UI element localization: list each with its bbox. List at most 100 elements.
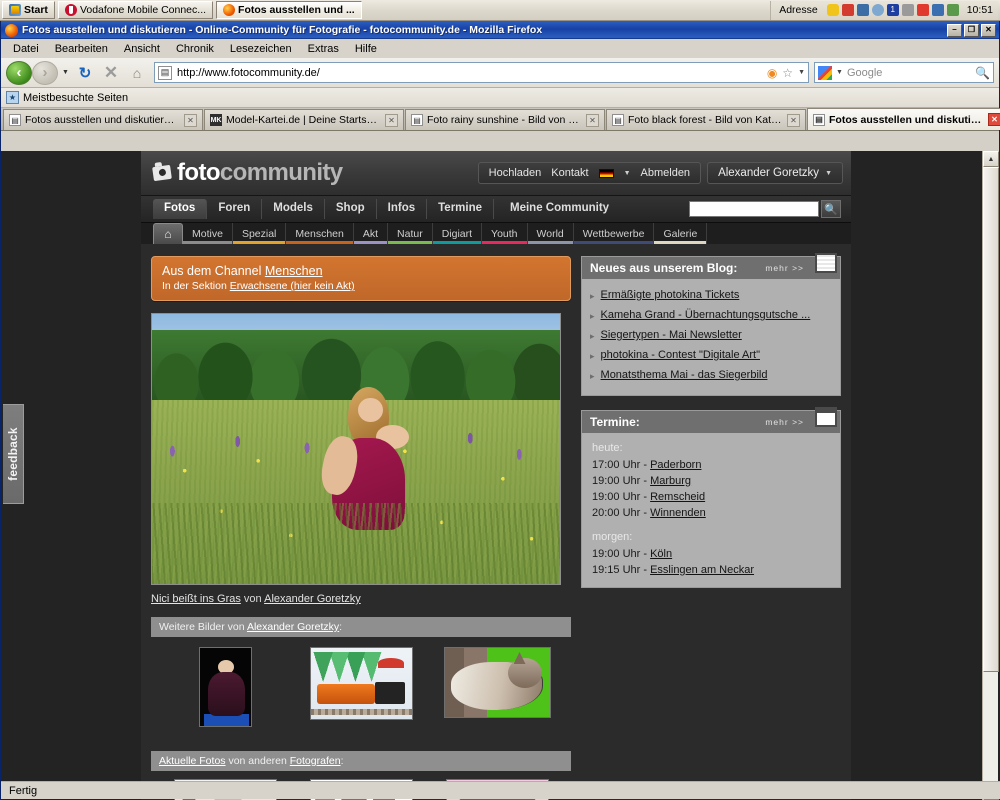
category-digiart[interactable]: Digiart (432, 223, 483, 244)
back-button[interactable]: ‹ (6, 60, 32, 85)
google-icon[interactable] (818, 65, 832, 80)
start-button[interactable]: Start (2, 1, 55, 19)
nav-fotos[interactable]: Fotos (153, 199, 208, 219)
category-menschen[interactable]: Menschen (286, 223, 354, 244)
minimize-button[interactable]: – (947, 23, 962, 37)
close-icon[interactable]: ✕ (184, 113, 197, 127)
termine-place-link[interactable]: Marburg (650, 475, 691, 487)
keyboard-icon[interactable] (901, 4, 914, 16)
red-square-icon[interactable] (841, 4, 854, 16)
blog-link[interactable]: photokina - Contest "Digitale Art" (601, 349, 760, 361)
termine-place-link[interactable]: Esslingen am Neckar (650, 564, 754, 576)
page-scrollbar[interactable]: ▲ ▼ (982, 151, 999, 800)
site-logo[interactable]: fotocommunity (152, 161, 343, 185)
menu-datei[interactable]: Datei (6, 42, 46, 56)
category-motive[interactable]: Motive (183, 223, 233, 244)
tab-1[interactable]: MK Model-Kartei.de | Deine Startseite ✕ (204, 109, 404, 130)
tab-0[interactable]: ▤ Fotos ausstellen und diskutieren - Onl… (3, 109, 203, 130)
scroll-up-icon[interactable]: ▲ (983, 151, 999, 167)
tab-2[interactable]: ▤ Foto rainy sunshine - Bild von Madame.… (405, 109, 605, 130)
clock[interactable]: 10:51 (967, 4, 993, 16)
category-natur[interactable]: Natur (388, 223, 433, 244)
taskbar-item-firefox[interactable]: Fotos ausstellen und ... (216, 1, 362, 19)
more-images-author-link[interactable]: Alexander Goretzky (247, 621, 339, 633)
blog-link[interactable]: Siegertypen - Mai Newsletter (601, 329, 742, 341)
abmelden-link[interactable]: Abmelden (641, 167, 691, 179)
termine-place-link[interactable]: Köln (650, 548, 672, 560)
nav-shop[interactable]: Shop (325, 199, 377, 219)
close-icon[interactable]: ✕ (385, 113, 398, 127)
nav-foren[interactable]: Foren (207, 199, 263, 219)
list-item[interactable]: ▸ Monatsthema Mai - das Siegerbild (590, 366, 832, 386)
photographers-link[interactable]: Fotografen (290, 755, 341, 767)
list-item[interactable]: ▸ photokina - Contest "Digitale Art" (590, 346, 832, 366)
category-world[interactable]: World (527, 223, 574, 244)
search-icon[interactable]: 🔍 (821, 200, 841, 218)
hochladen-link[interactable]: Hochladen (489, 167, 542, 179)
termine-place-link[interactable]: Paderborn (650, 459, 701, 471)
list-item[interactable]: ▸ Kameha Grand - Übernachtungsgutsche ..… (590, 306, 832, 326)
user-menu-button[interactable]: Alexander Goretzky ▼ (707, 162, 843, 184)
photo-author-link[interactable]: Alexander Goretzky (264, 593, 361, 605)
chevron-down-icon[interactable]: ▼ (60, 62, 71, 84)
section-link[interactable]: Erwachsene (hier kein Akt) (230, 280, 355, 292)
network-icon[interactable] (931, 4, 944, 16)
menu-ansicht[interactable]: Ansicht (117, 42, 167, 56)
sync-icon[interactable] (871, 4, 884, 16)
nav-termine[interactable]: Termine (427, 199, 495, 219)
menu-chronik[interactable]: Chronik (169, 42, 221, 56)
menu-hilfe[interactable]: Hilfe (348, 42, 384, 56)
menu-extras[interactable]: Extras (301, 42, 346, 56)
search-icon[interactable]: 🔍 (975, 66, 990, 80)
one-badge-icon[interactable]: 1 (886, 4, 899, 16)
stop-icon[interactable]: ✕ (99, 61, 123, 85)
german-flag-icon[interactable] (598, 168, 614, 178)
nav-infos[interactable]: Infos (377, 199, 428, 219)
blog-link[interactable]: Monatsthema Mai - das Siegerbild (601, 369, 768, 381)
recent-photos-link[interactable]: Aktuelle Fotos (159, 755, 226, 767)
scrollbar-thumb[interactable] (983, 167, 999, 672)
close-button[interactable]: ✕ (981, 23, 996, 37)
feedback-tab[interactable]: feedback (3, 404, 24, 504)
featured-photo[interactable] (151, 313, 561, 585)
reload-icon[interactable]: ↻ (73, 61, 97, 85)
list-item[interactable]: ▸ Ermäßigte photokina Tickets (590, 286, 832, 306)
taskbar-item-vodafone[interactable]: Vodafone Mobile Connec... (57, 1, 214, 19)
chevron-down-icon[interactable]: ▼ (836, 69, 843, 76)
update-icon[interactable] (946, 4, 959, 16)
category-spezial[interactable]: Spezial (232, 223, 287, 244)
home-icon[interactable]: ⌂ (125, 61, 149, 85)
termine-place-link[interactable]: Remscheid (650, 491, 705, 503)
photo-title-link[interactable]: Nici beißt ins Gras (151, 593, 241, 605)
nav-meine-community[interactable]: Meine Community (494, 199, 620, 219)
url-text[interactable]: http://www.fotocommunity.de/ (177, 67, 762, 79)
category-akt[interactable]: Akt (353, 223, 389, 244)
thumbnail-cat[interactable] (443, 647, 551, 718)
blog-link[interactable]: Kameha Grand - Übernachtungsgutsche ... (601, 309, 811, 321)
bookmark-most-visited[interactable]: Meistbesuchte Seiten (23, 92, 128, 104)
menu-bearbeiten[interactable]: Bearbeiten (48, 42, 115, 56)
bookmark-star-icon[interactable]: ☆ (782, 66, 793, 80)
category-galerie[interactable]: Galerie (654, 223, 708, 244)
menu-lesezeichen[interactable]: Lesezeichen (223, 42, 299, 56)
kontakt-link[interactable]: Kontakt (551, 167, 588, 179)
site-search-input[interactable] (689, 201, 819, 217)
url-bar[interactable]: ▤ http://www.fotocommunity.de/ ◉ ☆ ▼ (154, 62, 809, 83)
warning-icon[interactable] (856, 4, 869, 16)
rss-icon[interactable]: ◉ (767, 66, 777, 80)
thumbnail-portrait[interactable] (198, 647, 252, 727)
thumbnail-train[interactable] (309, 647, 413, 720)
shield-icon[interactable] (826, 4, 839, 16)
channel-link[interactable]: Menschen (265, 264, 323, 278)
blog-link[interactable]: Ermäßigte photokina Tickets (601, 289, 740, 301)
category-youth[interactable]: Youth (482, 223, 528, 244)
browser-search-box[interactable]: ▼ Google 🔍 (814, 62, 994, 83)
close-icon[interactable]: ✕ (787, 113, 800, 127)
category-home-icon[interactable]: ⌂ (153, 223, 183, 244)
tab-4-selected[interactable]: ▤ Fotos ausstellen und diskutiere... ✕ (807, 108, 1000, 130)
nav-models[interactable]: Models (262, 199, 325, 219)
chevron-down-icon[interactable]: ▼ (624, 170, 631, 177)
close-icon[interactable]: ✕ (988, 113, 1000, 126)
chevron-down-icon[interactable]: ▼ (798, 69, 805, 76)
maximize-button[interactable]: ❐ (964, 23, 979, 37)
